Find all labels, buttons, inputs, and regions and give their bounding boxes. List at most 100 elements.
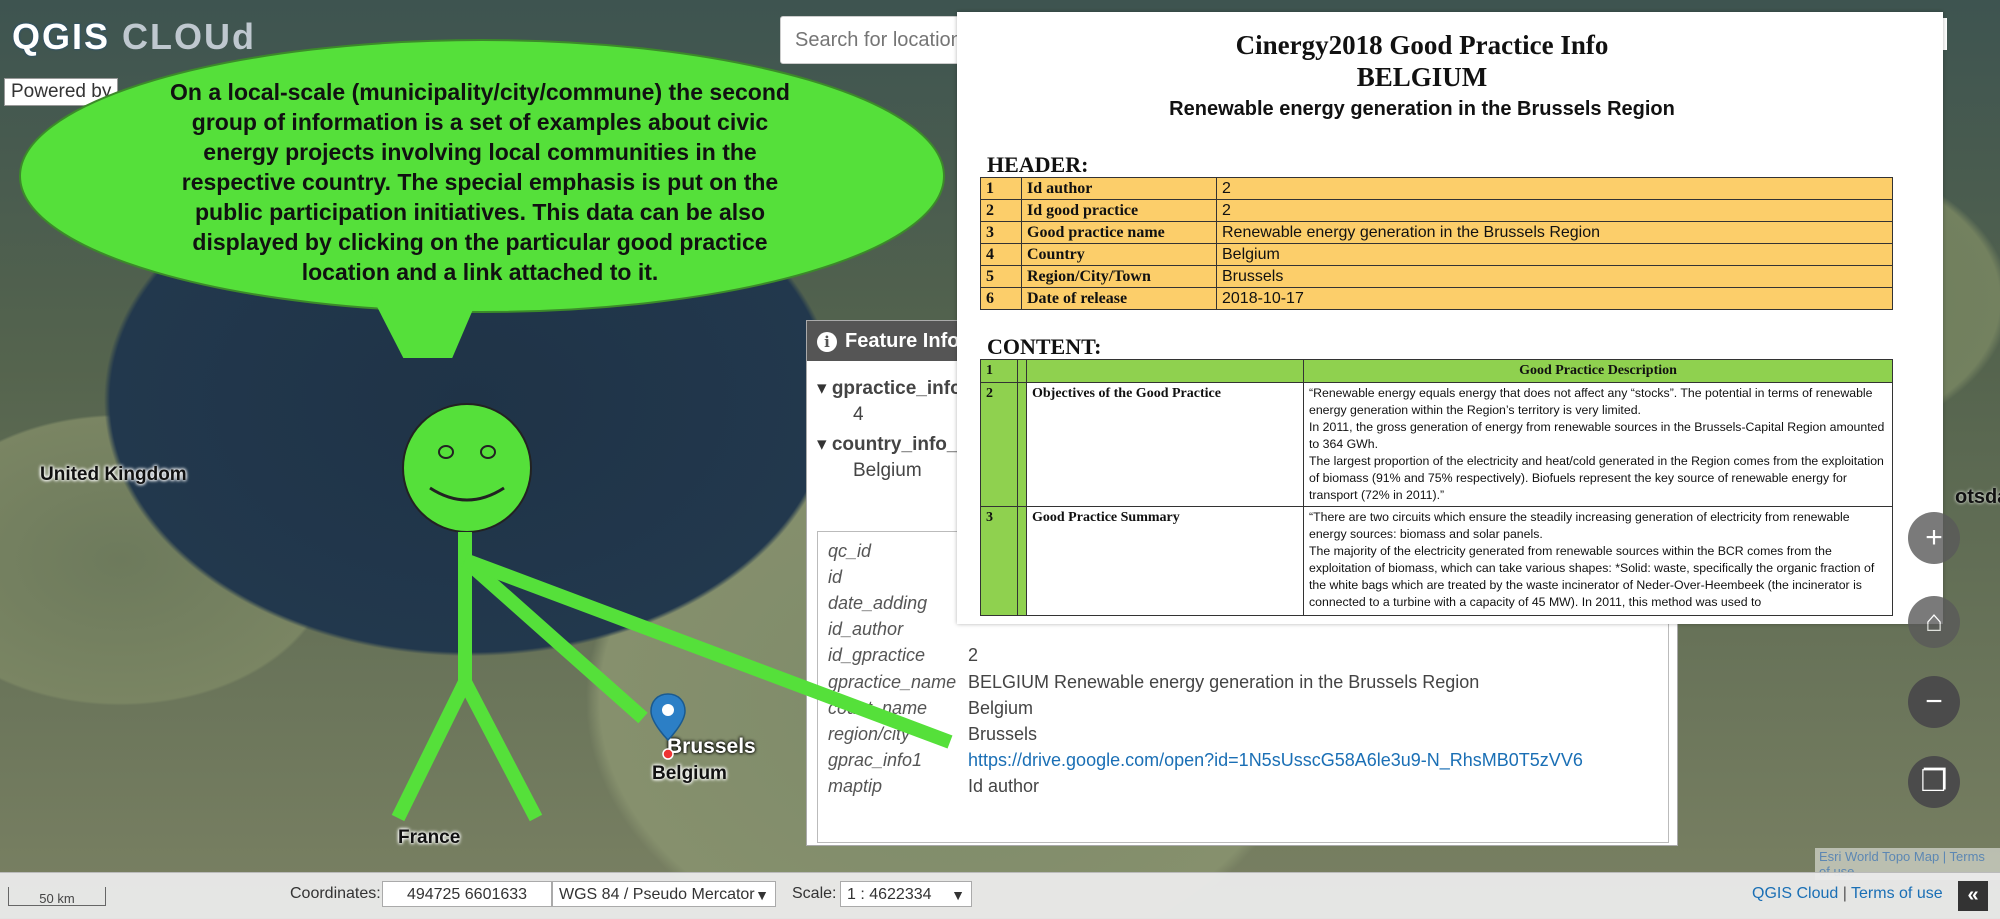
attribute-row: gprac_info1 https://drive.google.com/open… [824,748,1587,774]
doc-content-key: Objectives of the Good Practice [1026,382,1304,507]
doc-content-head-number: 1 [980,359,1018,383]
doc-content-row: 3 Good Practice Summary “There are two cir… [980,506,1893,616]
attribute-key: date_adding [828,592,928,613]
doc-subtitle: Renewable energy generation in the Bruss… [1169,98,1675,120]
collapse-icon[interactable]: « [1958,881,1988,911]
doc-header-row: 2 Id good practice 2 [980,199,1893,222]
location-marker-icon[interactable] [648,692,688,762]
doc-header-value: 2 [1216,199,1893,222]
doc-header-value: 2018-10-17 [1216,287,1893,310]
attribute-value: Brussels [968,723,1038,744]
footer-separator: | [1838,885,1852,902]
doc-header-number: 6 [980,287,1022,310]
doc-content-value: “Renewable energy equals energy that doe… [1303,382,1893,507]
doc-header-key: Country [1021,243,1217,266]
scale-bar: 50 km [8,887,106,906]
doc-header-number: 5 [980,265,1022,288]
doc-header-value: Belgium [1216,243,1893,266]
map-label-france: France [398,827,461,848]
home-extent-button[interactable]: ⌂ [1908,596,1960,648]
doc-content-row: 2 Objectives of the Good Practice “Renewab… [980,382,1893,507]
tree-item-country-info[interactable]: ▾ country_info_ Belgium [817,433,957,482]
doc-content-number: 2 [980,382,1018,507]
attribute-row: gpractice_name BELGIUM Renewable energy g… [824,669,1587,695]
attribute-key: id_author [828,619,904,640]
attribute-key: id_gpractice [828,645,926,666]
attribute-value-cell: https://drive.google.com/open?id=1N5sUss… [964,748,1587,774]
attribute-key: gprac_info1 [828,750,923,771]
crs-select[interactable]: WGS 84 / Pseudo Mercator ▼ [552,881,776,907]
zoom-out-button[interactable]: − [1908,676,1960,728]
doc-header-key: Id author [1021,177,1217,200]
footer-links: QGIS Cloud | Terms of use [1752,885,1943,903]
doc-header-key: Region/City/Town [1021,265,1217,288]
zoom-in-button[interactable]: + [1908,512,1960,564]
doc-green-gutter [1017,359,1027,383]
attribute-key: region/city [828,723,911,744]
tree-item-label: gpractice_info [831,378,962,399]
layers-button[interactable]: ❐ [1908,756,1960,808]
doc-green-gutter [1017,506,1027,616]
doc-header-row: 6 Date of release 2018-10-17 [980,287,1893,310]
tree-item-value: Belgium [853,460,922,481]
speech-bubble-text: On a local-scale (municipality/city/comm… [170,79,790,285]
doc-header-table: 1 Id author 2 2 Id good practice 2 3 Good pract… [980,177,1893,310]
doc-header-row: 4 Country Belgium [980,243,1893,266]
doc-header-row: 3 Good practice name Renewable energy gene… [980,221,1893,244]
tree-item-value: 4 [853,404,864,425]
tree-expand-icon[interactable]: ▾ [817,434,827,455]
chevron-down-icon: ▼ [951,887,965,903]
map-label-belgium: Belgium [652,763,727,784]
doc-title: Cinergy2018 Good Practice Info [1235,30,1609,60]
doc-green-gutter [1017,382,1027,507]
doc-header-label: HEADER: [987,152,1089,177]
doc-header-key: Good practice name [1021,221,1217,244]
attribute-value: Belgium [968,697,1034,718]
doc-header-number: 4 [980,243,1022,266]
terms-of-use-link[interactable]: Terms of use [1851,885,1943,902]
doc-country-title: BELGIUM [1356,62,1488,92]
doc-content-value: “There are two circuits which ensure the… [1303,506,1893,616]
good-practice-document: Cinergy2018 Good Practice Info BELGIUM R… [957,12,1943,624]
doc-content-label: CONTENT: [987,334,1102,359]
doc-content-head-row: 1 Good Practice Description [980,359,1893,383]
attribute-key: gpractice_name [828,671,957,692]
tree-item-gpractice-info[interactable]: ▾ gpractice_info 4 [817,377,962,426]
tree-item-label: country_info_ [831,434,958,455]
doc-header-value: 2 [1216,177,1893,200]
scale-value: 1 : 4622334 [847,886,932,903]
scale-select[interactable]: 1 : 4622334 ▼ [840,881,972,907]
doc-header-value: Renewable energy generation in the Bruss… [1216,221,1893,244]
doc-header-value: Brussels [1216,265,1893,288]
attribute-key: qc_id [828,540,872,561]
doc-content-head-col: Good Practice Description [1303,359,1893,383]
attribute-key: id [828,566,843,587]
attribute-row: id_gpractice 2 [824,643,1587,669]
doc-content-table: 1 Good Practice Description 2 Objectives … [980,359,1893,616]
doc-header-number: 3 [980,221,1022,244]
doc-header-number: 1 [980,177,1022,200]
doc-content-head-empty [1026,359,1304,383]
coordinates-label: Coordinates: [290,885,381,902]
chevron-down-icon: ▼ [755,887,769,903]
doc-content-key: Good Practice Summary [1026,506,1304,616]
attribute-value: Id author [968,776,1040,797]
qgis-cloud-link[interactable]: QGIS Cloud [1752,885,1838,902]
crs-value: WGS 84 / Pseudo Mercator [559,886,755,903]
attribute-key: maptip [828,776,883,797]
attribute-row: maptip Id author [824,774,1587,800]
gprac-info-link[interactable]: https://drive.google.com/open?id=1N5sUss… [968,750,1583,770]
tree-expand-icon[interactable]: ▾ [817,378,827,399]
coordinates-field[interactable]: 494725 6601633 [382,881,552,907]
doc-content-number: 3 [980,506,1018,616]
doc-header-key: Id good practice [1021,199,1217,222]
doc-header-row: 1 Id author 2 [980,177,1893,200]
attribute-key: count_name [828,697,928,718]
doc-header-key: Date of release [1021,287,1217,310]
map-label-united-kingdom: United Kingdom [40,464,187,485]
scale-label: Scale: [792,885,837,902]
status-bar: 50 km Coordinates: 494725 6601633 WGS 84… [0,872,2000,919]
map-label-potsdam: otsda [1955,486,2000,508]
doc-header-row: 5 Region/City/Town Brussels [980,265,1893,288]
doc-header-number: 2 [980,199,1022,222]
